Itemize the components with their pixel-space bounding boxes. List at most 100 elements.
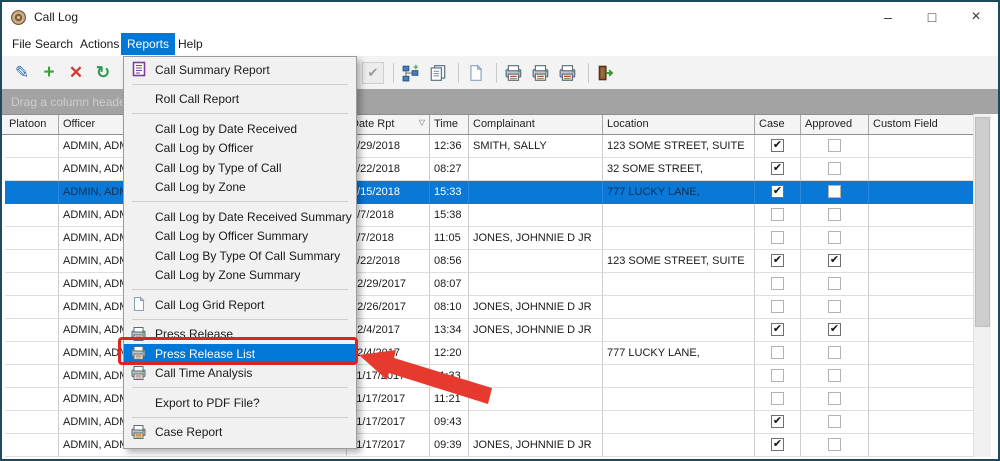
- cell-date_rpt: 3/7/2018: [347, 204, 430, 227]
- reports-dropdown-menu: Call Summary Report Roll Call Report Call …: [123, 56, 357, 449]
- cell-platoon: [5, 434, 59, 457]
- cell-custom_field: [869, 181, 976, 204]
- copy-button[interactable]: [426, 61, 450, 85]
- approved-checkbox[interactable]: ✔: [828, 254, 841, 267]
- case-checkbox[interactable]: [771, 369, 784, 382]
- reports-menu-item-call-log-by-type-of-call-summary[interactable]: Call Log By Type Of Call Summary: [124, 246, 356, 266]
- reports-menu-item-call-log-by-officer[interactable]: Call Log by Officer: [124, 139, 356, 159]
- press-release-icon: [505, 64, 523, 82]
- reports-menu-item-call-log-by-officer-summary[interactable]: Call Log by Officer Summary: [124, 227, 356, 247]
- close-button[interactable]: ×: [954, 2, 998, 32]
- approved-checkbox[interactable]: [828, 139, 841, 152]
- approved-checkbox[interactable]: [828, 415, 841, 428]
- approved-checkbox[interactable]: [828, 346, 841, 359]
- cell-date_rpt: 3/15/2018: [347, 181, 430, 204]
- column-header-date_rpt[interactable]: Date Rpt▽: [347, 115, 430, 134]
- refresh-button[interactable]: ↻: [91, 61, 115, 85]
- cell-date_rpt: 11/17/2017: [347, 365, 430, 388]
- approved-checkbox[interactable]: [828, 277, 841, 290]
- case-checkbox[interactable]: ✔: [771, 139, 784, 152]
- press-release-button[interactable]: [502, 61, 526, 85]
- reports-menu-item-call-log-by-type-of-call[interactable]: Call Log by Type of Call: [124, 158, 356, 178]
- cell-time: 08:10: [430, 296, 469, 319]
- cell-case: ✔: [755, 319, 801, 342]
- cell-time: 08:07: [430, 273, 469, 296]
- case-report-button[interactable]: [556, 61, 580, 85]
- menu-separator: [124, 285, 356, 295]
- column-header-location[interactable]: Location: [603, 115, 755, 134]
- column-header-time[interactable]: Time: [430, 115, 469, 134]
- approve-button[interactable]: ✔: [361, 61, 385, 85]
- minimize-button[interactable]: –: [866, 2, 910, 32]
- case-checkbox[interactable]: ✔: [771, 438, 784, 451]
- cell-time: 11:05: [430, 227, 469, 250]
- menubar-item-search[interactable]: Search: [29, 33, 79, 55]
- reports-menu-item-call-summary-report[interactable]: Call Summary Report: [124, 60, 356, 80]
- title-bar: Call Log – □ ×: [2, 2, 998, 32]
- case-checkbox[interactable]: ✔: [771, 254, 784, 267]
- menubar-item-help[interactable]: Help: [172, 33, 209, 55]
- column-header-platoon[interactable]: Platoon: [5, 115, 59, 134]
- approved-checkbox[interactable]: [828, 369, 841, 382]
- case-checkbox[interactable]: [771, 231, 784, 244]
- reports-menu-item-case-report[interactable]: Case Report: [124, 423, 356, 443]
- case-checkbox[interactable]: ✔: [771, 415, 784, 428]
- cell-approved: ✔: [801, 319, 869, 342]
- column-header-custom_field[interactable]: Custom Field: [869, 115, 976, 134]
- column-header-case[interactable]: Case: [755, 115, 801, 134]
- approved-checkbox[interactable]: [828, 185, 841, 198]
- reports-menu-item-call-log-by-date-received-summary[interactable]: Call Log by Date Received Summary: [124, 207, 356, 227]
- reports-menu-item-roll-call-report[interactable]: Roll Call Report: [124, 90, 356, 110]
- case-checkbox[interactable]: [771, 392, 784, 405]
- exit-button[interactable]: [594, 61, 618, 85]
- edit-button[interactable]: ✎: [10, 61, 34, 85]
- vertical-scrollbar[interactable]: [973, 114, 991, 457]
- cell-complainant: [469, 342, 603, 365]
- cell-approved: [801, 227, 869, 250]
- column-header-approved[interactable]: Approved: [801, 115, 869, 134]
- case-checkbox[interactable]: ✔: [771, 162, 784, 175]
- refresh-icon: ↻: [96, 64, 110, 81]
- approved-checkbox[interactable]: [828, 231, 841, 244]
- approved-checkbox[interactable]: ✔: [828, 323, 841, 336]
- case-checkbox[interactable]: ✔: [771, 185, 784, 198]
- menu-separator: [124, 109, 356, 119]
- new-report-button[interactable]: [464, 61, 488, 85]
- case-checkbox[interactable]: [771, 277, 784, 290]
- reports-menu-item-call-log-by-date-received[interactable]: Call Log by Date Received: [124, 119, 356, 139]
- cell-complainant: JONES, JOHNNIE D JR: [469, 434, 603, 457]
- press-release-list-button[interactable]: [529, 61, 553, 85]
- reports-menu-item-call-log-grid-report[interactable]: Call Log Grid Report: [124, 295, 356, 315]
- case-checkbox[interactable]: ✔: [771, 323, 784, 336]
- cell-platoon: [5, 135, 59, 158]
- cell-date_rpt: 3/7/2018: [347, 227, 430, 250]
- approved-checkbox[interactable]: [828, 162, 841, 175]
- case-checkbox[interactable]: [771, 300, 784, 313]
- reports-menu-item-export-to-pdf-file[interactable]: Export to PDF File?: [124, 393, 356, 413]
- approved-checkbox[interactable]: [828, 438, 841, 451]
- column-header-complainant[interactable]: Complainant: [469, 115, 603, 134]
- add-button[interactable]: +: [37, 61, 61, 85]
- toolbar-separator: [496, 63, 497, 83]
- cell-location: [603, 204, 755, 227]
- approved-checkbox[interactable]: [828, 208, 841, 221]
- approved-checkbox[interactable]: [828, 392, 841, 405]
- menubar-item-reports[interactable]: Reports: [121, 33, 175, 55]
- case-checkbox[interactable]: [771, 208, 784, 221]
- tree-button[interactable]: +: [399, 61, 423, 85]
- maximize-button[interactable]: □: [910, 2, 954, 32]
- approved-checkbox[interactable]: [828, 300, 841, 313]
- reports-menu-item-call-log-by-zone[interactable]: Call Log by Zone: [124, 178, 356, 198]
- scrollbar-thumb[interactable]: [975, 117, 990, 327]
- reports-menu-item-call-time-analysis[interactable]: Call Time Analysis: [124, 364, 356, 384]
- cell-location: 777 LUCKY LANE,: [603, 181, 755, 204]
- menubar-item-actions[interactable]: Actions: [74, 33, 125, 55]
- reports-menu-item-call-log-by-zone-summary[interactable]: Call Log by Zone Summary: [124, 266, 356, 286]
- case-checkbox[interactable]: [771, 346, 784, 359]
- cell-time: 11:21: [430, 388, 469, 411]
- cell-platoon: [5, 411, 59, 434]
- delete-button[interactable]: ✕: [64, 61, 88, 85]
- menu-item-label: Call Log by Officer: [155, 141, 254, 155]
- cell-platoon: [5, 158, 59, 181]
- cell-case: [755, 273, 801, 296]
